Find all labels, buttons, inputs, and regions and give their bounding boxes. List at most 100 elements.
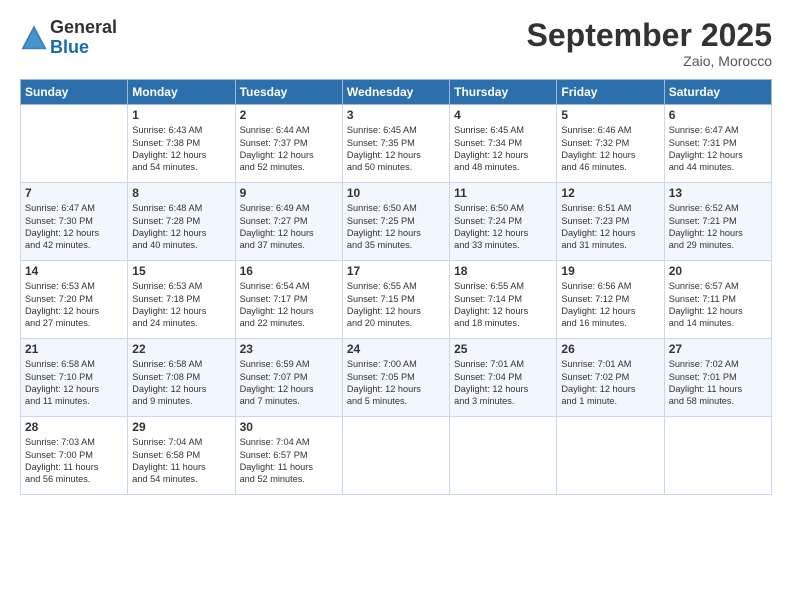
location-subtitle: Zaio, Morocco (527, 53, 772, 69)
cell-content: Sunrise: 6:49 AM Sunset: 7:27 PM Dayligh… (240, 202, 338, 252)
calendar-cell (664, 417, 771, 495)
day-number: 24 (347, 342, 445, 356)
logo-general-text: General (50, 18, 117, 38)
day-number: 22 (132, 342, 230, 356)
cell-content: Sunrise: 6:43 AM Sunset: 7:38 PM Dayligh… (132, 124, 230, 174)
calendar-cell: 18 Sunrise: 6:55 AM Sunset: 7:14 PM Dayli… (450, 261, 557, 339)
calendar-cell: 14Sunrise: 6:53 AM Sunset: 7:20 PM Dayli… (21, 261, 128, 339)
cell-content: Sunrise: 6:58 AM Sunset: 7:10 PM Dayligh… (25, 358, 123, 408)
cell-content: Sunrise: 6:47 AM Sunset: 7:30 PM Dayligh… (25, 202, 123, 252)
calendar-cell (342, 417, 449, 495)
logo: General Blue (20, 18, 117, 58)
day-number: 1 (132, 108, 230, 122)
month-title: September 2025 (527, 18, 772, 53)
header: General Blue September 2025 Zaio, Morocc… (20, 18, 772, 69)
calendar-cell (450, 417, 557, 495)
calendar-cell: 7 Sunrise: 6:47 AM Sunset: 7:30 PM Daylig… (21, 183, 128, 261)
cell-content: Sunrise: 7:00 AM Sunset: 7:05 PM Dayligh… (347, 358, 445, 408)
day-number: 7 (25, 186, 123, 200)
col-monday: Monday (128, 80, 235, 105)
calendar-cell: 23Sunrise: 6:59 AM Sunset: 7:07 PM Dayli… (235, 339, 342, 417)
calendar-cell: 21 Sunrise: 6:58 AM Sunset: 7:10 PM Dayli… (21, 339, 128, 417)
col-wednesday: Wednesday (342, 80, 449, 105)
calendar-cell: 16 Sunrise: 6:54 AM Sunset: 7:17 PM Dayli… (235, 261, 342, 339)
calendar-cell (21, 105, 128, 183)
logo-icon (20, 24, 48, 52)
title-block: September 2025 Zaio, Morocco (527, 18, 772, 69)
day-number: 8 (132, 186, 230, 200)
cell-content: Sunrise: 6:59 AM Sunset: 7:07 PM Dayligh… (240, 358, 338, 408)
day-number: 11 (454, 186, 552, 200)
cell-content: Sunrise: 6:45 AM Sunset: 7:34 PM Dayligh… (454, 124, 552, 174)
day-number: 4 (454, 108, 552, 122)
calendar-cell: 25Sunrise: 7:01 AM Sunset: 7:04 PM Dayli… (450, 339, 557, 417)
cell-content: Sunrise: 6:45 AM Sunset: 7:35 PM Dayligh… (347, 124, 445, 174)
calendar-cell: 24 Sunrise: 7:00 AM Sunset: 7:05 PM Dayli… (342, 339, 449, 417)
week-row-2: 14Sunrise: 6:53 AM Sunset: 7:20 PM Dayli… (21, 261, 772, 339)
cell-content: Sunrise: 6:51 AM Sunset: 7:23 PM Dayligh… (561, 202, 659, 252)
cell-content: Sunrise: 6:53 AM Sunset: 7:18 PM Dayligh… (132, 280, 230, 330)
day-number: 26 (561, 342, 659, 356)
day-number: 20 (669, 264, 767, 278)
cell-content: Sunrise: 6:55 AM Sunset: 7:15 PM Dayligh… (347, 280, 445, 330)
page: General Blue September 2025 Zaio, Morocc… (0, 0, 792, 612)
cell-content: Sunrise: 7:04 AM Sunset: 6:57 PM Dayligh… (240, 436, 338, 486)
logo-blue-text: Blue (50, 38, 117, 58)
day-number: 15 (132, 264, 230, 278)
calendar-cell: 3 Sunrise: 6:45 AM Sunset: 7:35 PM Daylig… (342, 105, 449, 183)
cell-content: Sunrise: 6:44 AM Sunset: 7:37 PM Dayligh… (240, 124, 338, 174)
cell-content: Sunrise: 6:54 AM Sunset: 7:17 PM Dayligh… (240, 280, 338, 330)
calendar-cell: 10Sunrise: 6:50 AM Sunset: 7:25 PM Dayli… (342, 183, 449, 261)
calendar-cell: 12 Sunrise: 6:51 AM Sunset: 7:23 PM Dayli… (557, 183, 664, 261)
calendar-cell: 30 Sunrise: 7:04 AM Sunset: 6:57 PM Dayli… (235, 417, 342, 495)
day-number: 17 (347, 264, 445, 278)
calendar-cell: 17 Sunrise: 6:55 AM Sunset: 7:15 PM Dayli… (342, 261, 449, 339)
calendar-cell: 22 Sunrise: 6:58 AM Sunset: 7:08 PM Dayli… (128, 339, 235, 417)
day-number: 16 (240, 264, 338, 278)
calendar-cell: 9Sunrise: 6:49 AM Sunset: 7:27 PM Daylig… (235, 183, 342, 261)
calendar-cell: 6Sunrise: 6:47 AM Sunset: 7:31 PM Daylig… (664, 105, 771, 183)
day-number: 12 (561, 186, 659, 200)
day-number: 29 (132, 420, 230, 434)
cell-content: Sunrise: 6:47 AM Sunset: 7:31 PM Dayligh… (669, 124, 767, 174)
day-number: 27 (669, 342, 767, 356)
day-number: 19 (561, 264, 659, 278)
calendar-cell: 19 Sunrise: 6:56 AM Sunset: 7:12 PM Dayli… (557, 261, 664, 339)
day-number: 28 (25, 420, 123, 434)
cell-content: Sunrise: 6:55 AM Sunset: 7:14 PM Dayligh… (454, 280, 552, 330)
day-number: 18 (454, 264, 552, 278)
calendar-cell: 26 Sunrise: 7:01 AM Sunset: 7:02 PM Dayli… (557, 339, 664, 417)
day-number: 21 (25, 342, 123, 356)
cell-content: Sunrise: 7:01 AM Sunset: 7:02 PM Dayligh… (561, 358, 659, 408)
day-number: 14 (25, 264, 123, 278)
day-number: 30 (240, 420, 338, 434)
day-number: 13 (669, 186, 767, 200)
cell-content: Sunrise: 6:58 AM Sunset: 7:08 PM Dayligh… (132, 358, 230, 408)
cell-content: Sunrise: 6:57 AM Sunset: 7:11 PM Dayligh… (669, 280, 767, 330)
cell-content: Sunrise: 6:50 AM Sunset: 7:24 PM Dayligh… (454, 202, 552, 252)
calendar-cell: 27 Sunrise: 7:02 AM Sunset: 7:01 PM Dayli… (664, 339, 771, 417)
col-sunday: Sunday (21, 80, 128, 105)
col-thursday: Thursday (450, 80, 557, 105)
calendar-table: Sunday Monday Tuesday Wednesday Thursday… (20, 79, 772, 495)
col-friday: Friday (557, 80, 664, 105)
cell-content: Sunrise: 7:04 AM Sunset: 6:58 PM Dayligh… (132, 436, 230, 486)
day-number: 3 (347, 108, 445, 122)
cell-content: Sunrise: 7:03 AM Sunset: 7:00 PM Dayligh… (25, 436, 123, 486)
cell-content: Sunrise: 6:56 AM Sunset: 7:12 PM Dayligh… (561, 280, 659, 330)
calendar-cell: 20 Sunrise: 6:57 AM Sunset: 7:11 PM Dayli… (664, 261, 771, 339)
calendar-cell: 11 Sunrise: 6:50 AM Sunset: 7:24 PM Dayli… (450, 183, 557, 261)
week-row-3: 21 Sunrise: 6:58 AM Sunset: 7:10 PM Dayli… (21, 339, 772, 417)
logo-text: General Blue (50, 18, 117, 58)
calendar-cell: 8Sunrise: 6:48 AM Sunset: 7:28 PM Daylig… (128, 183, 235, 261)
calendar-cell: 1 Sunrise: 6:43 AM Sunset: 7:38 PM Daylig… (128, 105, 235, 183)
cell-content: Sunrise: 7:02 AM Sunset: 7:01 PM Dayligh… (669, 358, 767, 408)
calendar-cell: 28 Sunrise: 7:03 AM Sunset: 7:00 PM Dayli… (21, 417, 128, 495)
day-number: 5 (561, 108, 659, 122)
calendar-cell: 13Sunrise: 6:52 AM Sunset: 7:21 PM Dayli… (664, 183, 771, 261)
col-saturday: Saturday (664, 80, 771, 105)
calendar-cell: 29 Sunrise: 7:04 AM Sunset: 6:58 PM Dayli… (128, 417, 235, 495)
calendar-cell: 15 Sunrise: 6:53 AM Sunset: 7:18 PM Dayli… (128, 261, 235, 339)
calendar-cell: 5Sunrise: 6:46 AM Sunset: 7:32 PM Daylig… (557, 105, 664, 183)
week-row-0: 1 Sunrise: 6:43 AM Sunset: 7:38 PM Daylig… (21, 105, 772, 183)
